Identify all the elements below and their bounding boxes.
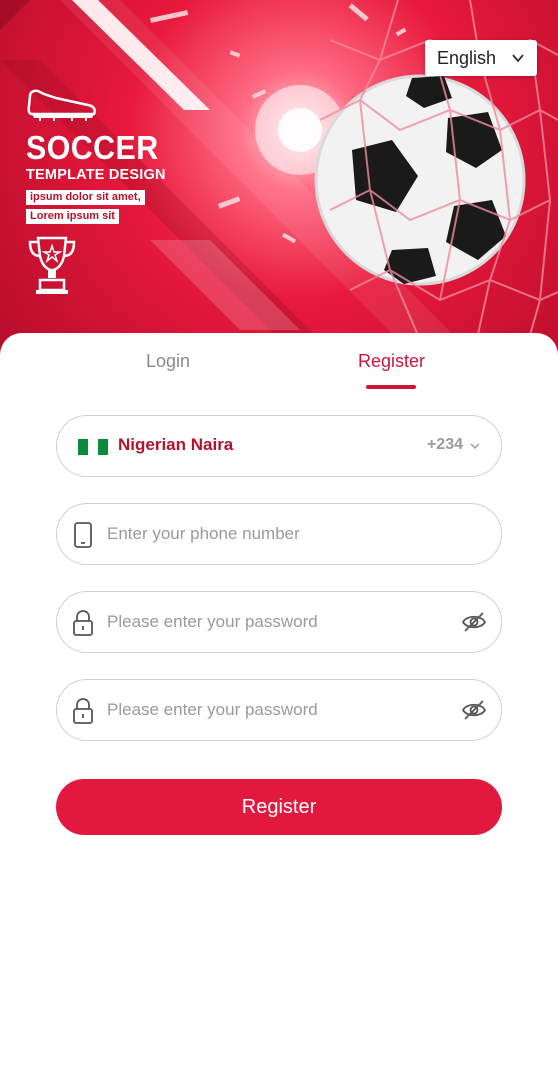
register-button[interactable]: Register [56, 779, 502, 835]
chevron-down-icon [470, 443, 480, 450]
currency-select[interactable]: Nigerian Naira +234 [56, 415, 502, 477]
promo-title: SOCCER [26, 129, 159, 166]
language-select-value: English [437, 47, 497, 68]
phone-icon [74, 522, 92, 548]
password-field [56, 591, 502, 653]
phone-input[interactable] [107, 504, 437, 564]
phone-field [56, 503, 502, 565]
confirm-password-input[interactable] [107, 680, 437, 740]
chevron-down-icon [512, 54, 524, 63]
active-tab-indicator [366, 385, 416, 389]
lock-icon [73, 698, 93, 724]
tab-login[interactable]: Login [146, 351, 190, 372]
tab-register[interactable]: Register [358, 351, 425, 372]
trophy-icon [28, 236, 76, 294]
lock-icon [73, 610, 93, 636]
eye-off-icon[interactable] [461, 698, 487, 722]
promo-tag-1: ipsum dolor sit amet, [26, 190, 145, 205]
football-boot-icon [27, 89, 96, 121]
nigeria-flag-icon [78, 439, 108, 455]
password-input[interactable] [107, 592, 437, 652]
promo-subtitle: TEMPLATE DESIGN [26, 167, 166, 183]
currency-name: Nigerian Naira [118, 435, 234, 454]
dial-code: +234 [426, 436, 463, 453]
eye-off-icon[interactable] [461, 610, 487, 634]
promo-banner: SOCCER TEMPLATE DESIGN ipsum dolor sit a… [0, 0, 558, 370]
promo-tag-2: Lorem ipsum sit [26, 209, 119, 224]
auth-card: Login Register Nigerian Naira +234 Enter… [0, 333, 558, 1070]
promo-text: SOCCER TEMPLATE DESIGN ipsum dolor sit a… [26, 88, 170, 296]
language-select[interactable]: English [425, 40, 537, 76]
auth-tabs: Login Register [0, 333, 558, 393]
confirm-password-field [56, 679, 502, 741]
